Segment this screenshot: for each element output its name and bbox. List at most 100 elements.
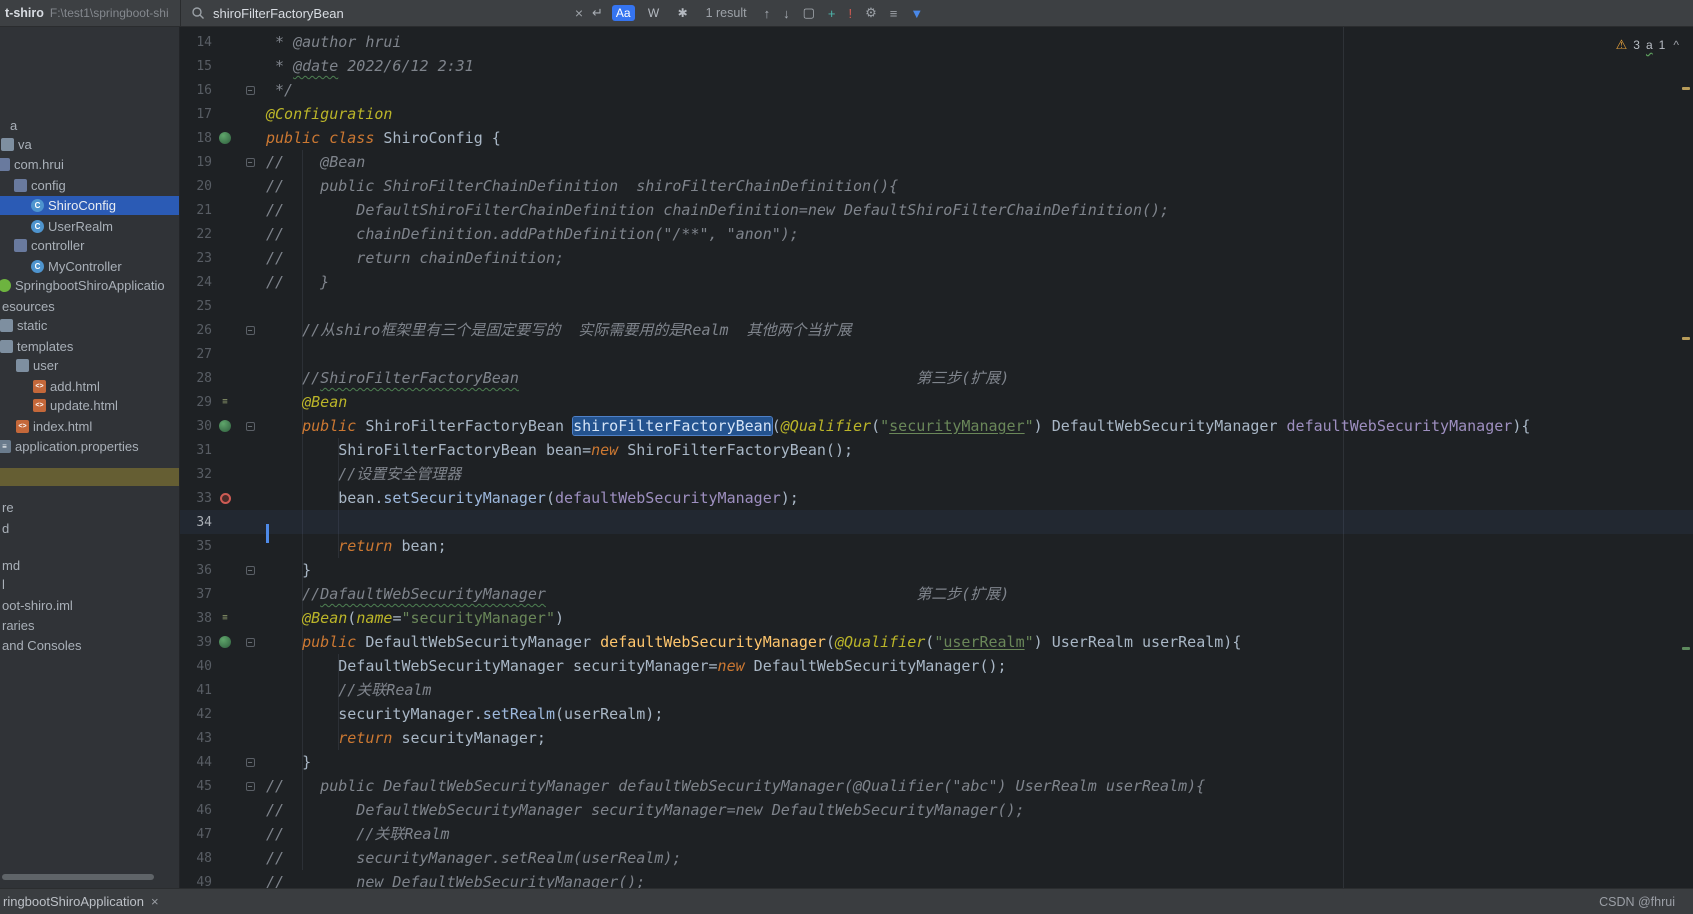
line-number[interactable]: 14 — [180, 35, 212, 50]
line-number[interactable]: 23 — [180, 251, 212, 266]
tree-item-ShiroConfig[interactable]: C ShiroConfig — [0, 196, 179, 215]
line-number[interactable]: 26 — [180, 323, 212, 338]
line-number[interactable]: 31 — [180, 443, 212, 458]
line-number[interactable]: 21 — [180, 203, 212, 218]
line-number[interactable]: 32 — [180, 467, 212, 482]
tree-item-va[interactable]: va — [0, 135, 179, 154]
line-number[interactable]: 33 — [180, 491, 212, 506]
code-line-17[interactable]: 17 @Configuration — [180, 102, 1693, 126]
line-number[interactable]: 17 — [180, 107, 212, 122]
filter-lines-button[interactable]: ≡ — [890, 6, 898, 21]
code-line-19[interactable]: 19 − // @Bean — [180, 150, 1693, 174]
code-line-39[interactable]: 39 − public DefaultWebSecurityManager def… — [180, 630, 1693, 654]
line-number[interactable]: 40 — [180, 659, 212, 674]
regex-toggle[interactable]: ✱ — [673, 5, 693, 21]
tree-item-add.html[interactable]: <> add.html — [0, 377, 179, 396]
code-line-36[interactable]: 36 − } — [180, 558, 1693, 582]
editor[interactable]: 14 * @author hrui 15 * @date 2022/6/12 2:… — [180, 27, 1693, 888]
line-number[interactable]: 30 — [180, 419, 212, 434]
code-line-18[interactable]: 18 public class ShiroConfig { — [180, 126, 1693, 150]
code-line-41[interactable]: 41 //关联Realm — [180, 678, 1693, 702]
code-line-37[interactable]: 37 //DafaultWebSecurityManager 第二步(扩展) — [180, 582, 1693, 606]
fold-icon[interactable]: − — [245, 565, 255, 575]
line-number[interactable]: 16 — [180, 83, 212, 98]
search-options-button[interactable]: ⚙ — [865, 5, 877, 21]
tree-item-UserRealm[interactable]: C UserRealm — [0, 217, 179, 236]
add-selection-button[interactable]: + — [828, 6, 836, 21]
tree-item-MyController[interactable]: C MyController — [0, 257, 179, 276]
code-line-14[interactable]: 14 * @author hrui — [180, 30, 1693, 54]
error-stripe-mark[interactable] — [1682, 87, 1690, 90]
clear-search-icon[interactable]: × — [575, 5, 583, 21]
line-number[interactable]: 35 — [180, 539, 212, 554]
code-line-28[interactable]: 28 //ShiroFilterFactoryBean 第三步(扩展) — [180, 366, 1693, 390]
fold-icon[interactable]: − — [245, 325, 255, 335]
code-line-29[interactable]: 29 ≡ @Bean — [180, 390, 1693, 414]
close-tab-icon[interactable]: × — [151, 894, 159, 909]
line-number[interactable]: 38 — [180, 611, 212, 626]
newline-icon[interactable]: ↵ — [592, 5, 603, 21]
bean-method-icon[interactable]: ≡ — [222, 613, 227, 623]
fold-icon[interactable]: − — [245, 85, 255, 95]
code-line-40[interactable]: 40 DefaultWebSecurityManager securityMan… — [180, 654, 1693, 678]
code-line-23[interactable]: 23 // return chainDefinition; — [180, 246, 1693, 270]
tree-item-and Consoles[interactable]: and Consoles — [0, 636, 179, 655]
run-tab[interactable]: ringbootShiroApplication × — [0, 894, 159, 909]
search-field[interactable]: shiroFilterFactoryBean × — [191, 5, 583, 21]
line-number[interactable]: 48 — [180, 851, 212, 866]
line-number[interactable]: 20 — [180, 179, 212, 194]
code-line-43[interactable]: 43 return securityManager; — [180, 726, 1693, 750]
prev-match-button[interactable]: ↑ — [764, 6, 771, 21]
tree-item-a[interactable]: a — [0, 116, 179, 135]
line-number[interactable]: 37 — [180, 587, 212, 602]
code-line-22[interactable]: 22 // chainDefinition.addPathDefinition("… — [180, 222, 1693, 246]
code-line-49[interactable]: 49 // new DefaultWebSecurityManager(); — [180, 870, 1693, 888]
tree-item-oot-shiro.iml[interactable]: oot-shiro.iml — [0, 596, 179, 615]
line-number[interactable]: 15 — [180, 59, 212, 74]
spring-bean-icon[interactable] — [219, 420, 231, 432]
project-header[interactable]: t-shiro F:\test1\springboot-shi — [0, 0, 180, 26]
fold-icon[interactable]: − — [245, 781, 255, 791]
filter-funnel-button[interactable]: ▼ — [910, 6, 923, 21]
code-line-32[interactable]: 32 //设置安全管理器 — [180, 462, 1693, 486]
tree-item-row[interactable] — [0, 468, 179, 486]
next-match-button[interactable]: ↓ — [783, 6, 790, 21]
code-line-30[interactable]: 30 − public ShiroFilterFactoryBean shiroF… — [180, 414, 1693, 438]
fold-icon[interactable]: − — [245, 757, 255, 767]
tree-item-esources[interactable]: esources — [0, 297, 179, 316]
tree-item-l[interactable]: l — [0, 575, 179, 594]
words-toggle[interactable]: W — [644, 5, 664, 21]
line-number[interactable]: 41 — [180, 683, 212, 698]
line-number[interactable]: 25 — [180, 299, 212, 314]
code-area[interactable]: 14 * @author hrui 15 * @date 2022/6/12 2:… — [180, 30, 1693, 888]
search-input[interactable]: shiroFilterFactoryBean — [213, 6, 567, 21]
tree-item-controller[interactable]: controller — [0, 236, 179, 255]
code-line-44[interactable]: 44 − } — [180, 750, 1693, 774]
tree-item-templates[interactable]: templates — [0, 337, 179, 356]
error-stripe-mark[interactable] — [1682, 647, 1690, 650]
tree-item-com.hrui[interactable]: com.hrui — [0, 155, 179, 174]
inspection-widget[interactable]: ⚠ 3 a 1 ^ — [1616, 37, 1679, 53]
bean-method-icon[interactable]: ≡ — [222, 397, 227, 407]
collapse-widget-icon[interactable]: ^ — [1673, 38, 1679, 52]
line-number[interactable]: 24 — [180, 275, 212, 290]
code-line-33[interactable]: 33 bean.setSecurityManager(defaultWebSec… — [180, 486, 1693, 510]
line-number[interactable]: 27 — [180, 347, 212, 362]
line-number[interactable]: 36 — [180, 563, 212, 578]
line-number[interactable]: 42 — [180, 707, 212, 722]
line-number[interactable]: 44 — [180, 755, 212, 770]
tree-item-static[interactable]: static — [0, 316, 179, 335]
tree-item-update.html[interactable]: <> update.html — [0, 396, 179, 415]
tree-item-SpringbootShiroApplicatio[interactable]: SpringbootShiroApplicatio — [0, 276, 179, 295]
open-in-find-window-button[interactable]: ▢ — [803, 5, 815, 21]
tree-item-raries[interactable]: raries — [0, 616, 179, 635]
fold-icon[interactable]: − — [245, 421, 255, 431]
code-line-25[interactable]: 25 — [180, 294, 1693, 318]
line-number[interactable]: 46 — [180, 803, 212, 818]
tree-item-config[interactable]: config — [0, 176, 179, 195]
tree-item-index.html[interactable]: <> index.html — [0, 417, 179, 436]
red-marker-icon[interactable] — [219, 492, 231, 504]
tree-item-re[interactable]: re — [0, 498, 179, 517]
tree-item-d[interactable]: d — [0, 519, 179, 538]
tree-item-application.properties[interactable]: ≡ application.properties — [0, 437, 179, 456]
